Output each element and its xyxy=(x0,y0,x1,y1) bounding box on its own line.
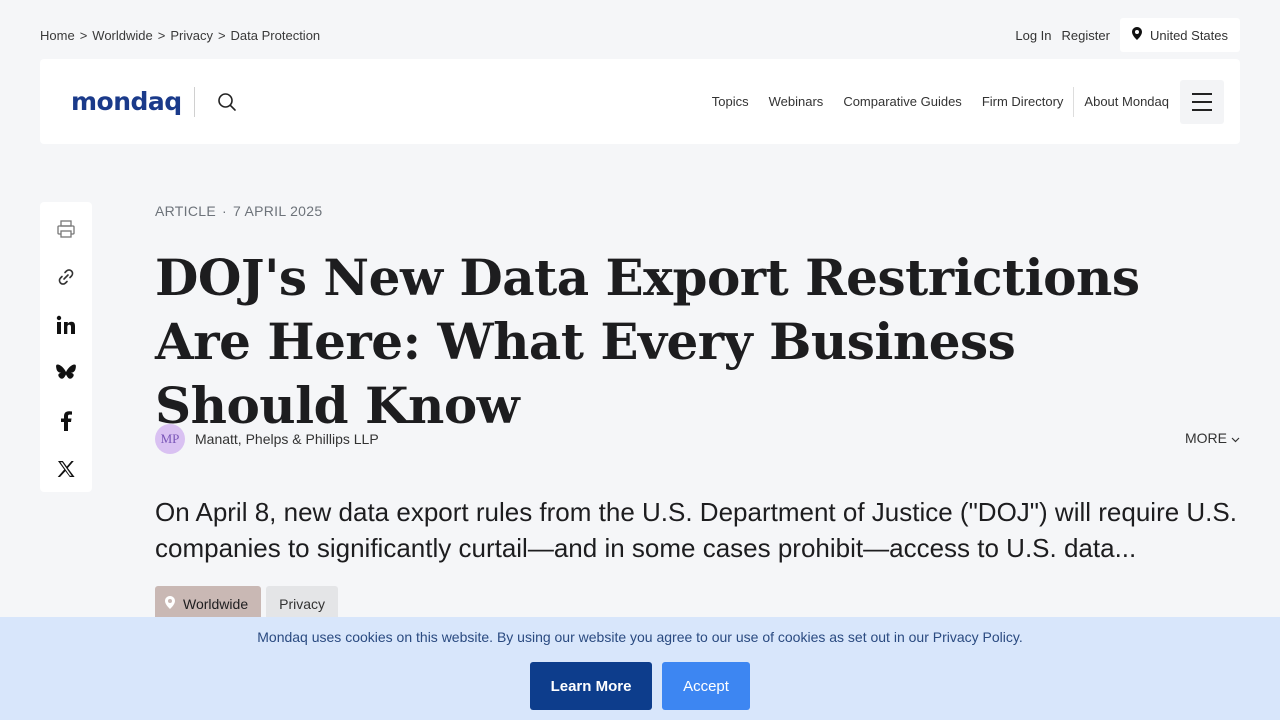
top-utility-bar: Home > Worldwide > Privacy > Data Protec… xyxy=(40,18,1240,52)
nav-comparative-guides[interactable]: Comparative Guides xyxy=(843,94,962,109)
author-name[interactable]: Manatt, Phelps & Phillips LLP xyxy=(195,431,379,447)
logo-divider xyxy=(193,86,195,117)
search-icon[interactable] xyxy=(215,90,239,114)
tag-label: Privacy xyxy=(279,596,326,612)
tag-label: Worldwide xyxy=(183,596,249,612)
main-nav: Topics Webinars Comparative Guides Firm … xyxy=(692,86,1169,117)
login-link[interactable]: Log In xyxy=(1015,28,1051,43)
more-label: MORE xyxy=(1185,430,1227,446)
more-dropdown[interactable]: MORE xyxy=(1185,430,1240,446)
breadcrumb-separator: > xyxy=(79,27,88,43)
article-lede: On April 8, new data export rules from t… xyxy=(155,497,1237,563)
region-label: United States xyxy=(1149,27,1228,43)
breadcrumb-separator: > xyxy=(217,27,226,43)
learn-more-button[interactable]: Learn More xyxy=(530,662,652,710)
breadcrumb-data-protection[interactable]: Data Protection xyxy=(231,28,321,43)
nav-about-mondaq[interactable]: About Mondaq xyxy=(1084,94,1169,109)
cookie-message: Mondaq uses cookies on this website. By … xyxy=(257,629,1023,645)
article-type: ARTICLE xyxy=(155,203,216,219)
account-links: Log In Register United States xyxy=(1015,18,1240,52)
article-meta: ARTICLE · 7 APRIL 2025 xyxy=(155,203,322,219)
bluesky-icon[interactable] xyxy=(55,361,77,385)
breadcrumb: Home > Worldwide > Privacy > Data Protec… xyxy=(40,28,320,43)
nav-topics[interactable]: Topics xyxy=(712,94,749,109)
nav-divider xyxy=(1073,86,1075,117)
article-title: DOJ's New Data Export Restrictions Are H… xyxy=(155,248,1140,435)
x-icon[interactable] xyxy=(55,457,77,481)
author-avatar[interactable]: MP xyxy=(155,424,185,454)
facebook-icon[interactable] xyxy=(55,409,77,433)
cookie-actions: Learn More Accept xyxy=(0,662,1280,710)
site-header: mondaq Topics Webinars Comparative Guide… xyxy=(40,59,1240,144)
breadcrumb-privacy[interactable]: Privacy xyxy=(170,28,213,43)
author-block: MP Manatt, Phelps & Phillips LLP xyxy=(155,424,379,454)
share-sidebar xyxy=(40,202,92,492)
meta-dot: · xyxy=(221,203,227,219)
breadcrumb-worldwide[interactable]: Worldwide xyxy=(92,28,152,43)
nav-firm-directory[interactable]: Firm Directory xyxy=(982,94,1064,109)
link-icon[interactable] xyxy=(55,265,77,289)
breadcrumb-home[interactable]: Home xyxy=(40,28,75,43)
region-selector[interactable]: United States xyxy=(1119,18,1240,52)
hamburger-menu-icon[interactable] xyxy=(1180,79,1224,124)
register-link[interactable]: Register xyxy=(1062,28,1110,43)
location-pin-icon xyxy=(165,596,175,612)
accept-button[interactable]: Accept xyxy=(662,662,750,710)
cookie-banner: Mondaq uses cookies on this website. By … xyxy=(0,617,1280,720)
nav-webinars[interactable]: Webinars xyxy=(769,94,824,109)
linkedin-icon[interactable] xyxy=(55,313,77,337)
mondaq-logo[interactable]: mondaq xyxy=(71,87,182,116)
breadcrumb-separator: > xyxy=(157,27,166,43)
article-date: 7 APRIL 2025 xyxy=(232,203,323,219)
print-icon[interactable] xyxy=(55,217,77,241)
location-pin-icon xyxy=(1131,27,1142,43)
chevron-down-icon xyxy=(1231,430,1240,446)
